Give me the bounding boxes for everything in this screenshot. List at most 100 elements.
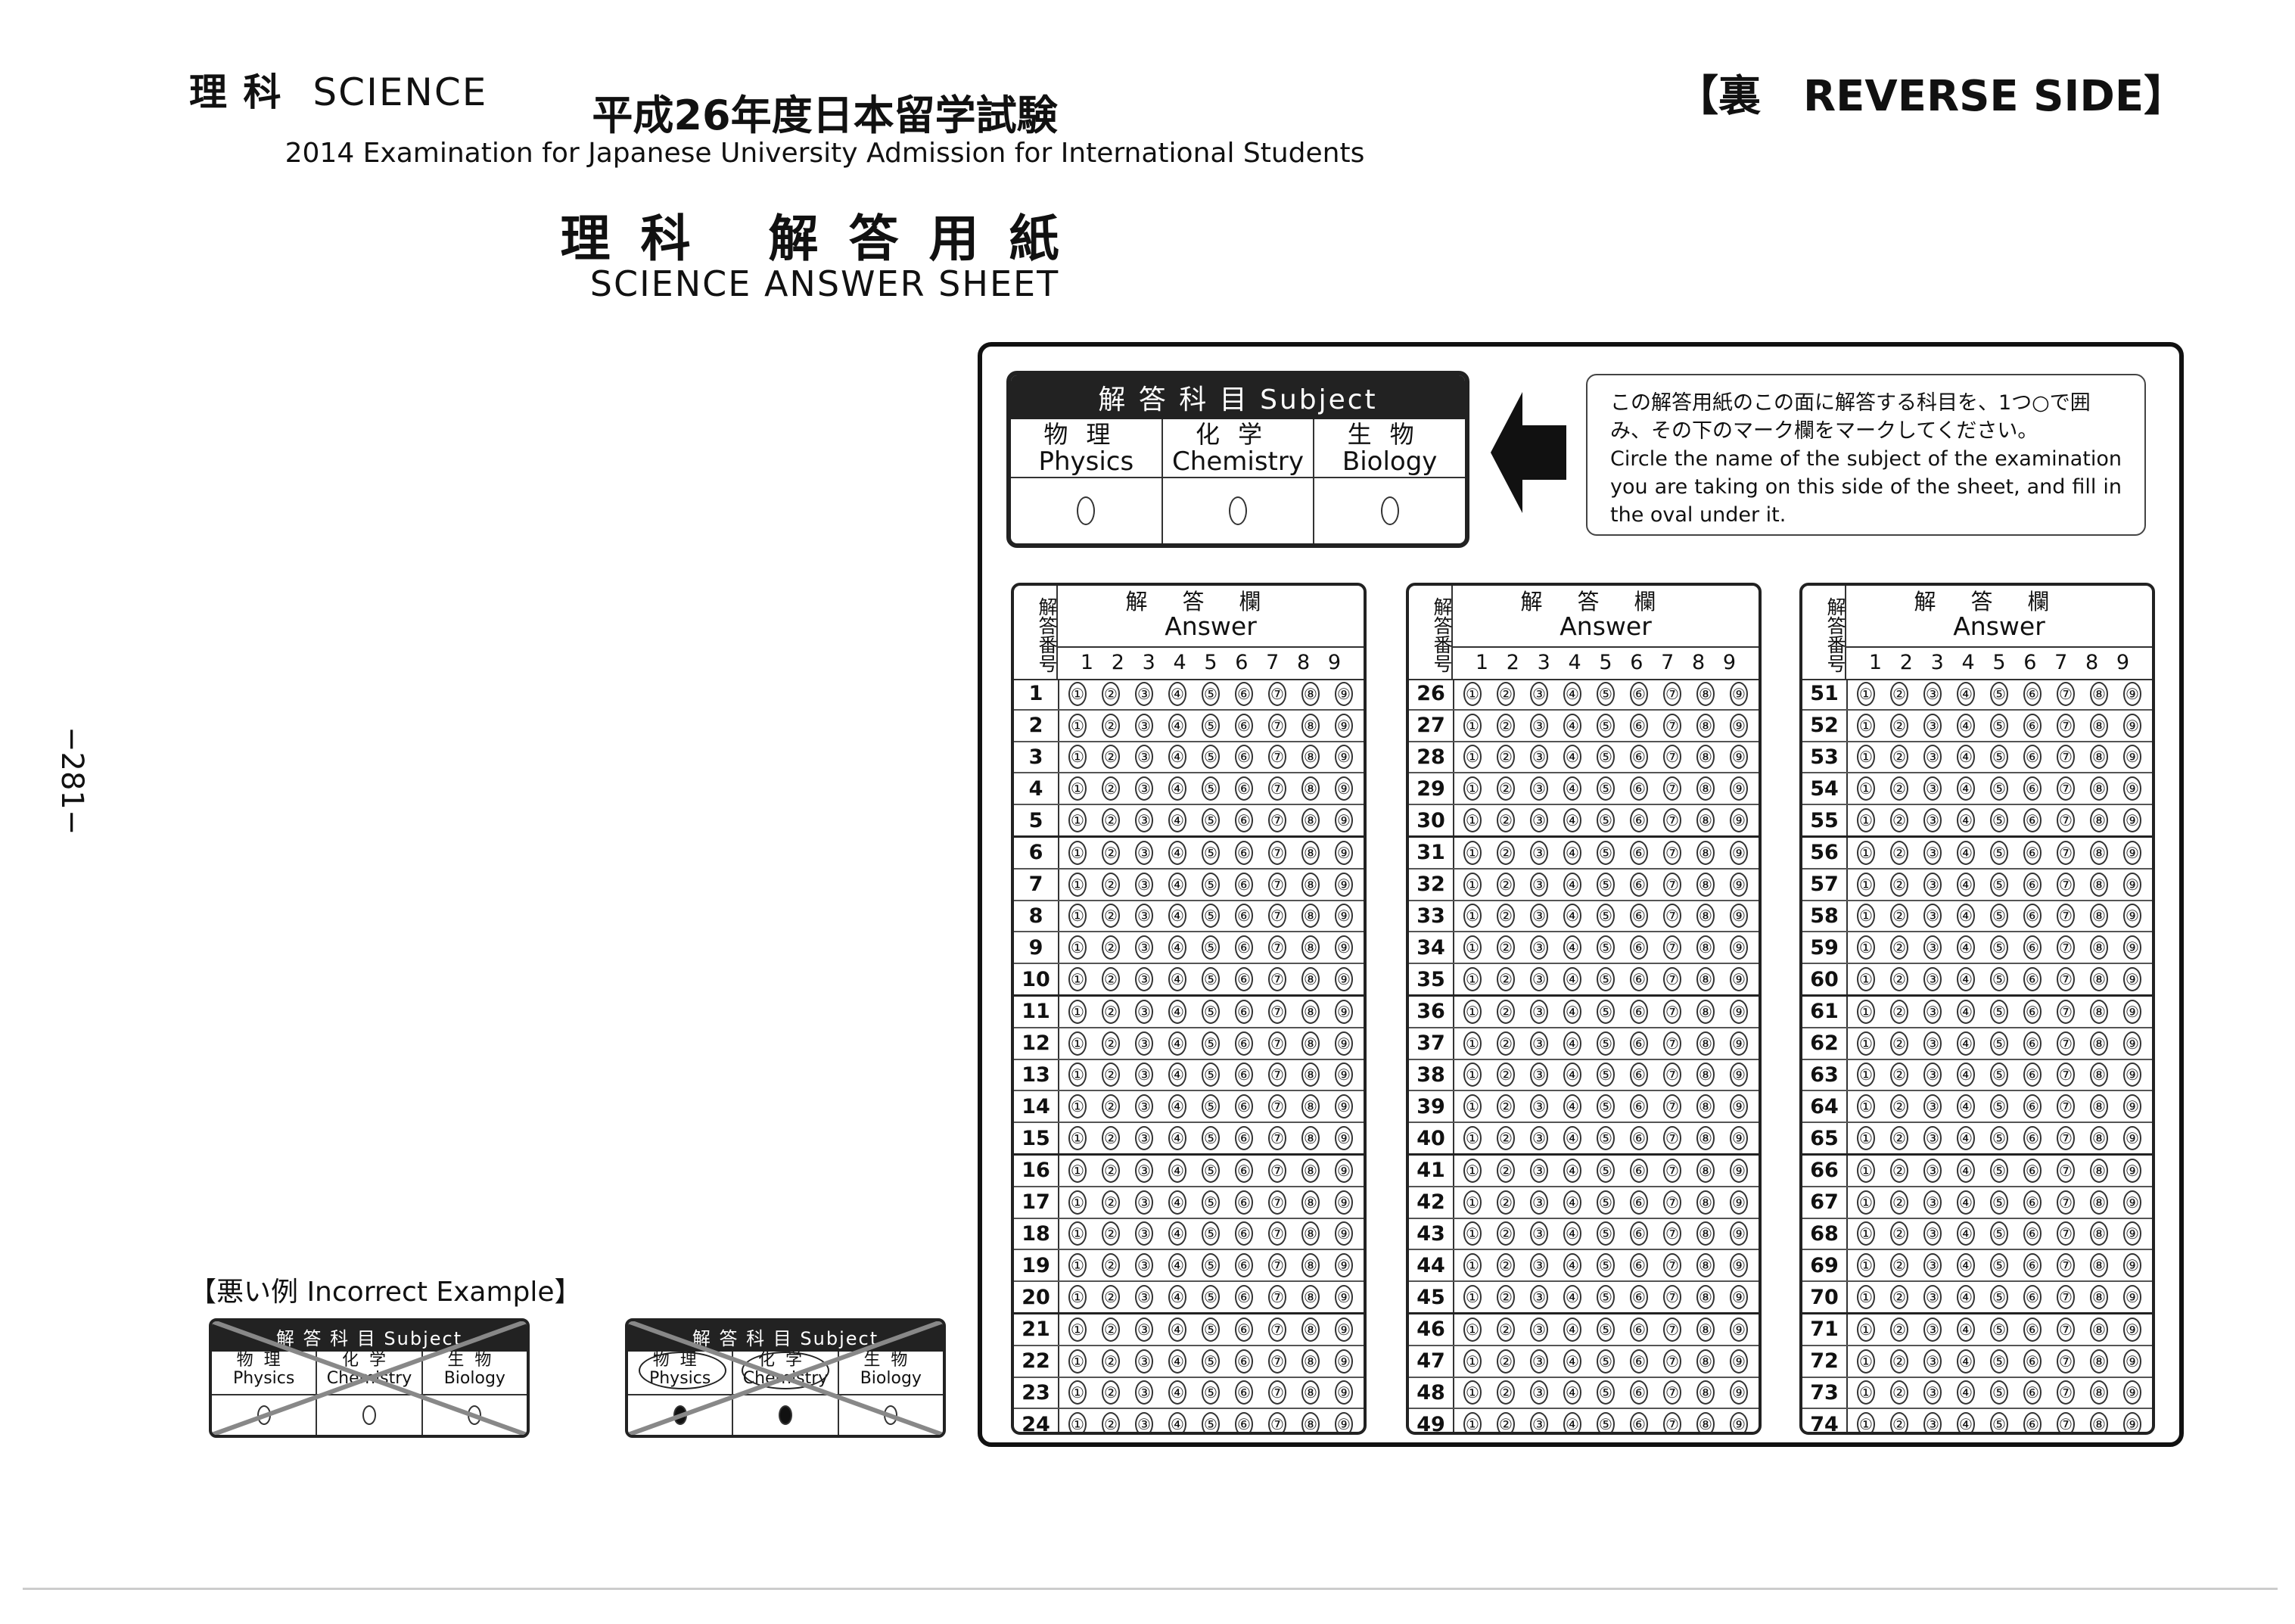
answer-bubble[interactable]: ④ [1168,1126,1186,1151]
answer-bubble[interactable]: ① [1857,904,1875,929]
answer-bubble[interactable]: ③ [1530,1126,1548,1151]
answer-bubble[interactable]: ⑦ [2057,1317,2075,1342]
answer-bubble[interactable]: ③ [1135,1190,1153,1215]
answer-bubble[interactable]: ⑥ [1630,1349,1648,1374]
answer-bubble[interactable]: ⑤ [1202,935,1220,960]
answer-bubble[interactable]: ② [1497,1031,1515,1056]
answer-bubble[interactable]: ④ [1563,1317,1581,1342]
answer-bubble[interactable]: ⑥ [2023,840,2042,865]
answer-bubble[interactable]: ③ [1135,872,1153,897]
answer-bubble[interactable]: ③ [1135,1031,1153,1056]
answer-bubble[interactable]: ⑨ [2123,840,2141,865]
answer-bubble[interactable]: ③ [1530,1062,1548,1087]
answer-bubble[interactable]: ⑧ [2090,1253,2108,1278]
answer-bubble[interactable]: ④ [1957,840,1975,865]
answer-bubble[interactable]: ⑥ [1630,1412,1648,1432]
answer-bubble[interactable]: ② [1497,1412,1515,1432]
answer-bubble[interactable]: ⑦ [1268,1126,1286,1151]
answer-bubble[interactable]: ① [1068,1253,1087,1278]
answer-bubble[interactable]: ③ [1923,1285,1942,1310]
answer-bubble[interactable]: ⑦ [1663,1317,1681,1342]
answer-bubble[interactable]: ⑨ [1730,872,1748,897]
answer-bubble[interactable]: ⑤ [1990,1317,2008,1342]
answer-bubble[interactable]: ④ [1563,1190,1581,1215]
answer-bubble[interactable]: ③ [1923,1126,1942,1151]
answer-bubble[interactable]: ⑥ [2023,808,2042,833]
answer-bubble[interactable]: ⑦ [1663,840,1681,865]
answer-bubble[interactable]: ④ [1168,776,1186,801]
answer-bubble[interactable]: ⑦ [1663,967,1681,992]
answer-bubble[interactable]: ⑦ [2057,999,2075,1024]
answer-bubble[interactable]: ⑥ [1235,681,1253,706]
answer-bubble[interactable]: ① [1068,713,1087,738]
answer-bubble[interactable]: ② [1497,1349,1515,1374]
answer-bubble[interactable]: ③ [1530,776,1548,801]
answer-bubble[interactable]: ⑤ [1597,999,1615,1024]
answer-bubble[interactable]: ⑤ [1202,967,1220,992]
answer-bubble[interactable]: ⑦ [2057,776,2075,801]
answer-bubble[interactable]: ① [1463,1349,1482,1374]
answer-bubble[interactable]: ⑨ [1335,935,1353,960]
answer-bubble[interactable]: ⑥ [1235,1412,1253,1432]
answer-bubble[interactable]: ① [1857,999,1875,1024]
answer-bubble[interactable]: ① [1068,872,1087,897]
answer-bubble[interactable]: ④ [1168,745,1186,770]
answer-bubble[interactable]: ⑨ [2123,967,2141,992]
answer-bubble[interactable]: ⑨ [1335,745,1353,770]
answer-bubble[interactable]: ⑧ [1696,999,1715,1024]
answer-bubble[interactable]: ⑦ [1663,1158,1681,1183]
answer-bubble[interactable]: ⑦ [2057,1253,2075,1278]
answer-bubble[interactable]: ⑨ [1335,1412,1353,1432]
answer-bubble[interactable]: ① [1463,1126,1482,1151]
answer-bubble[interactable]: ⑥ [2023,1126,2042,1151]
answer-bubble[interactable]: ⑨ [2123,808,2141,833]
answer-bubble[interactable]: ⑧ [1301,1158,1320,1183]
answer-bubble[interactable]: ③ [1923,1349,1942,1374]
answer-bubble[interactable]: ⑧ [1301,1221,1320,1246]
answer-bubble[interactable]: ⑦ [1663,808,1681,833]
answer-bubble[interactable]: ⑧ [1696,904,1715,929]
answer-bubble[interactable]: ③ [1135,1380,1153,1405]
answer-bubble[interactable]: ⑨ [1335,1190,1353,1215]
answer-bubble[interactable]: ⑦ [1663,1349,1681,1374]
answer-bubble[interactable]: ② [1890,1253,1908,1278]
answer-bubble[interactable]: ⑦ [2057,1380,2075,1405]
answer-bubble[interactable]: ⑧ [1301,872,1320,897]
answer-bubble[interactable]: ⑥ [2023,681,2042,706]
answer-bubble[interactable]: ③ [1135,745,1153,770]
answer-bubble[interactable]: ⑥ [1235,1317,1253,1342]
answer-bubble[interactable]: ⑤ [1990,808,2008,833]
answer-bubble[interactable]: ③ [1923,1158,1942,1183]
answer-bubble[interactable]: ⑨ [2123,1221,2141,1246]
answer-bubble[interactable]: ① [1068,904,1087,929]
answer-bubble[interactable]: ④ [1168,1349,1186,1374]
answer-bubble[interactable]: ⑨ [1730,1158,1748,1183]
answer-bubble[interactable]: ⑧ [1696,1190,1715,1215]
answer-bubble[interactable]: ⑨ [1335,681,1353,706]
answer-bubble[interactable]: ① [1857,681,1875,706]
answer-bubble[interactable]: ⑤ [1597,713,1615,738]
answer-bubble[interactable]: ② [1102,713,1120,738]
answer-bubble[interactable]: ⑧ [2090,681,2108,706]
answer-bubble[interactable]: ② [1890,1158,1908,1183]
answer-bubble[interactable]: ⑧ [1301,1285,1320,1310]
answer-bubble[interactable]: ⑤ [1202,999,1220,1024]
answer-bubble[interactable]: ④ [1957,808,1975,833]
answer-bubble[interactable]: ④ [1168,713,1186,738]
answer-bubble[interactable]: ② [1890,1380,1908,1405]
answer-bubble[interactable]: ⑤ [1597,681,1615,706]
answer-bubble[interactable]: ② [1890,808,1908,833]
answer-bubble[interactable]: ③ [1135,1126,1153,1151]
answer-bubble[interactable]: ⑧ [1696,872,1715,897]
answer-bubble[interactable]: ③ [1923,999,1942,1024]
answer-bubble[interactable]: ④ [1168,840,1186,865]
answer-bubble[interactable]: ① [1068,681,1087,706]
answer-bubble[interactable]: ④ [1957,1285,1975,1310]
answer-bubble[interactable]: ⑧ [2090,999,2108,1024]
answer-bubble[interactable]: ④ [1957,1126,1975,1151]
answer-bubble[interactable]: ⑥ [1235,1221,1253,1246]
answer-bubble[interactable]: ⑤ [1202,713,1220,738]
answer-bubble[interactable]: ⑥ [2023,776,2042,801]
answer-bubble[interactable]: ② [1497,840,1515,865]
answer-bubble[interactable]: ⑤ [1202,872,1220,897]
